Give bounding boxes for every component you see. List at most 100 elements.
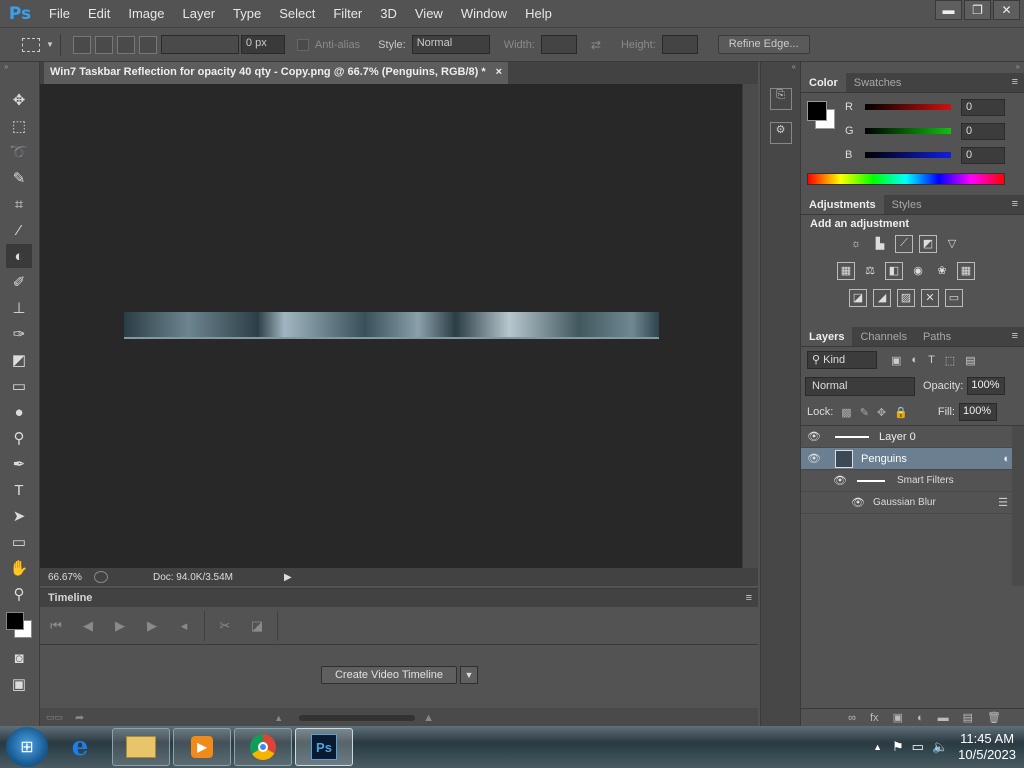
create-video-timeline-button[interactable]: Create Video Timeline: [321, 666, 457, 684]
visibility-eye-icon[interactable]: 👁: [845, 496, 871, 509]
layer-row-selected[interactable]: 👁 Penguins ◐: [801, 448, 1024, 470]
channel-mixer-icon[interactable]: ❀: [933, 262, 951, 280]
intersect-selection-icon[interactable]: [138, 35, 157, 54]
timeline-title[interactable]: Timeline: [48, 592, 92, 604]
lasso-tool-icon[interactable]: ➰: [6, 140, 32, 164]
foreground-color-swatch[interactable]: [6, 612, 24, 630]
previous-frame-icon[interactable]: ◀: [72, 618, 104, 634]
menu-help[interactable]: Help: [516, 6, 561, 21]
status-menu-arrow-icon[interactable]: ▶: [284, 572, 292, 583]
restore-button[interactable]: ❐: [964, 0, 991, 20]
document-image[interactable]: [124, 312, 659, 339]
timeline-type-dropdown-icon[interactable]: ▼: [460, 666, 478, 684]
gradient-tool-icon[interactable]: ▭: [6, 374, 32, 398]
posterize-icon[interactable]: ◢: [873, 288, 891, 307]
blur-tool-icon[interactable]: ●: [6, 400, 32, 424]
properties-panel-icon[interactable]: ⚙: [769, 122, 792, 144]
visibility-eye-icon[interactable]: 👁: [801, 452, 827, 465]
crop-tool-icon[interactable]: ⌗: [6, 192, 32, 216]
layers-scrollbar[interactable]: [1012, 426, 1024, 586]
move-tool-icon[interactable]: ✥: [6, 88, 32, 112]
smart-filter-badge-icon[interactable]: ◐: [1003, 453, 1010, 465]
brightness-contrast-icon[interactable]: ☼: [847, 235, 865, 253]
subtract-selection-icon[interactable]: [116, 35, 135, 54]
green-value-input[interactable]: 0: [961, 122, 1005, 140]
swap-dimensions-icon[interactable]: ⇄: [591, 38, 601, 52]
path-select-tool-icon[interactable]: ➤: [6, 504, 32, 528]
eyedropper-tool-icon[interactable]: ⁄: [6, 218, 32, 242]
tool-preset-arrow-icon[interactable]: ▼: [46, 40, 54, 49]
marquee-tool-icon[interactable]: ⬚: [6, 114, 32, 138]
right-dock-collapse-icon[interactable]: »: [801, 62, 1024, 73]
layer-filter-kind-select[interactable]: ⚲ Kind: [807, 351, 877, 369]
pen-tool-icon[interactable]: ✒: [6, 452, 32, 476]
green-slider[interactable]: [865, 128, 951, 134]
tab-channels[interactable]: Channels: [852, 327, 914, 346]
vibrance-icon[interactable]: ▽: [943, 235, 961, 253]
blend-mode-select[interactable]: Normal: [805, 376, 915, 396]
adjustments-menu-icon[interactable]: ≡: [1006, 195, 1024, 214]
toolbox-collapse-icon[interactable]: »: [0, 62, 39, 74]
add-mask-icon[interactable]: ▣: [893, 711, 903, 724]
layer-name[interactable]: Layer 0: [879, 431, 916, 443]
hand-tool-icon[interactable]: ✋: [6, 556, 32, 580]
quick-mask-icon[interactable]: ◙: [6, 646, 32, 670]
color-lookup-icon[interactable]: ▦: [957, 261, 975, 280]
tab-paths[interactable]: Paths: [915, 327, 959, 346]
quick-select-tool-icon[interactable]: ✎: [6, 166, 32, 190]
network-icon[interactable]: ▭: [912, 739, 924, 755]
layer-style-fx-icon[interactable]: fx: [870, 712, 879, 724]
shape-tool-icon[interactable]: ▭: [6, 530, 32, 554]
menu-view[interactable]: View: [406, 6, 452, 21]
lock-transparency-icon[interactable]: ▩: [841, 406, 851, 419]
blue-value-input[interactable]: 0: [961, 146, 1005, 164]
feather-slider[interactable]: [160, 35, 239, 54]
history-brush-tool-icon[interactable]: ✑: [6, 322, 32, 346]
next-frame-icon[interactable]: ▶: [136, 618, 168, 634]
screen-mode-icon[interactable]: ▣: [6, 672, 32, 696]
lock-all-icon[interactable]: 🔒: [894, 406, 908, 419]
gaussian-blur-label[interactable]: Gaussian Blur: [873, 497, 936, 508]
audio-icon[interactable]: ◂: [168, 618, 200, 634]
delete-layer-icon[interactable]: 🗑: [987, 711, 1001, 724]
menu-layer[interactable]: Layer: [174, 6, 225, 21]
blue-slider[interactable]: [865, 152, 951, 158]
spot-healing-tool-icon[interactable]: ◐: [6, 244, 32, 268]
new-group-icon[interactable]: ▬: [938, 712, 949, 724]
eraser-tool-icon[interactable]: ◩: [6, 348, 32, 372]
gradient-map-icon[interactable]: ▭: [945, 288, 963, 307]
tab-styles[interactable]: Styles: [884, 195, 930, 214]
action-center-flag-icon[interactable]: ⚑: [892, 739, 904, 755]
layer-row[interactable]: 👁 Layer 0: [801, 426, 1024, 448]
filter-smart-object-icon[interactable]: ▤: [965, 354, 975, 367]
clock[interactable]: 11:45 AM 10/5/2023: [958, 731, 1016, 763]
filter-pixel-icon[interactable]: ▣: [891, 354, 901, 367]
layer-name[interactable]: Penguins: [861, 453, 907, 465]
visibility-eye-icon[interactable]: 👁: [827, 474, 853, 487]
selective-color-icon[interactable]: ✕: [921, 288, 939, 307]
menu-filter[interactable]: Filter: [324, 6, 371, 21]
photo-filter-icon[interactable]: ◉: [909, 262, 927, 280]
filter-shape-icon[interactable]: ⬚: [945, 354, 955, 367]
file-explorer-icon[interactable]: [112, 728, 170, 766]
color-fg-swatch[interactable]: [807, 101, 827, 121]
split-scissors-icon[interactable]: ✂: [209, 618, 241, 634]
transition-icon[interactable]: ◪: [241, 618, 273, 634]
hue-saturation-icon[interactable]: ▦: [837, 261, 855, 280]
visibility-eye-icon[interactable]: 👁: [801, 430, 827, 443]
lock-position-icon[interactable]: ✥: [877, 406, 886, 419]
menu-image[interactable]: Image: [119, 6, 173, 21]
tab-swatches[interactable]: Swatches: [846, 73, 910, 92]
timeline-menu-icon[interactable]: ≡: [746, 592, 758, 604]
new-selection-icon[interactable]: [72, 35, 91, 54]
close-document-icon[interactable]: ×: [496, 66, 502, 80]
frame-animation-icon[interactable]: ▭▭: [40, 712, 63, 723]
volume-icon[interactable]: 🔈: [932, 739, 948, 755]
media-player-icon[interactable]: ▶: [173, 728, 231, 766]
new-layer-icon[interactable]: ▤: [963, 711, 973, 724]
tab-layers[interactable]: Layers: [801, 327, 853, 346]
clone-stamp-tool-icon[interactable]: ⊥: [6, 296, 32, 320]
menu-type[interactable]: Type: [224, 6, 270, 21]
exposure-icon[interactable]: ◩: [919, 234, 937, 253]
photoshop-taskbar-button[interactable]: Ps: [295, 728, 353, 766]
